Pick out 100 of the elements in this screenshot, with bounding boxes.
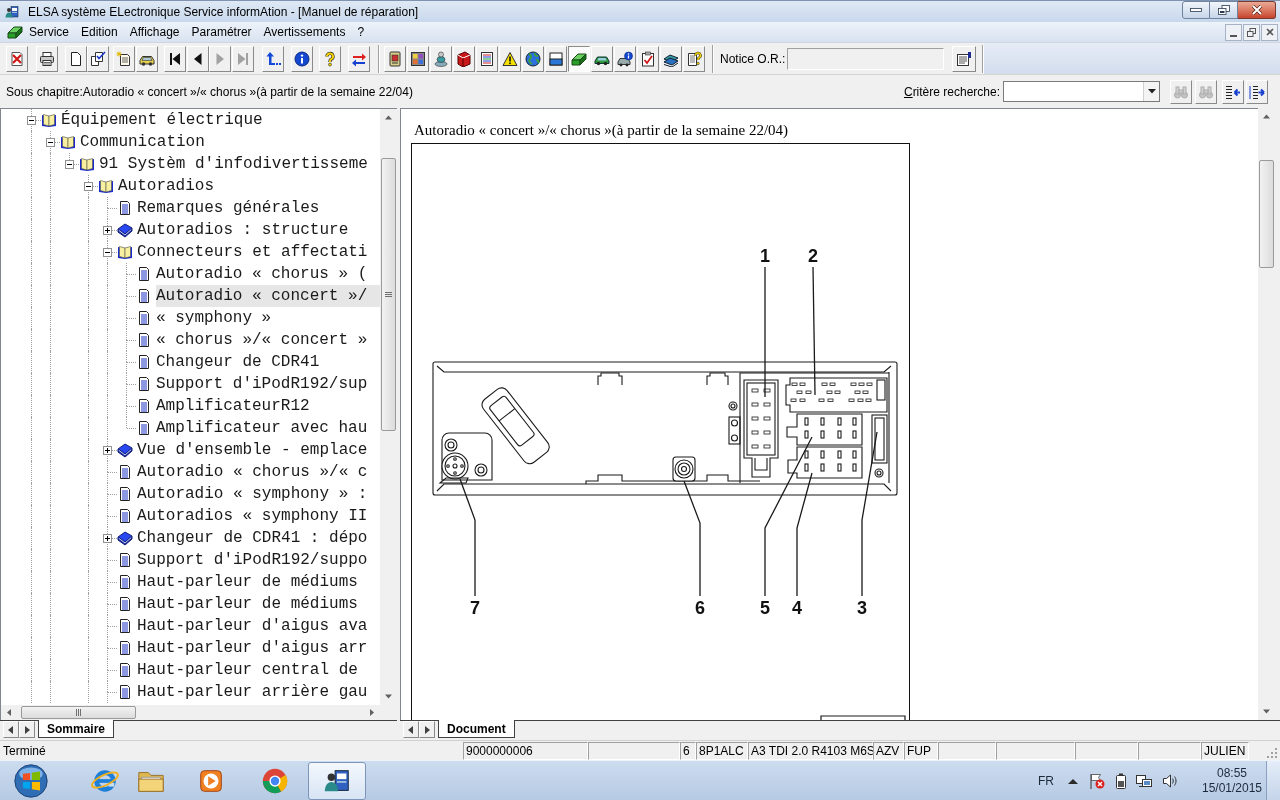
tree-item[interactable]: Communication [80,131,380,153]
status-field: 8P1ALC [696,741,748,760]
collapse-icon[interactable] [103,247,112,257]
tree-item[interactable]: AmplificateurR12 [156,395,380,417]
tree-item[interactable]: Haut-parleur central de [137,659,380,681]
tree-item[interactable]: Autoradio « chorus » ( [156,263,380,285]
collapse-icon[interactable] [27,115,36,125]
notice-field[interactable] [787,47,945,70]
tab[interactable]: Sommaire [38,720,115,738]
close-icon [1250,5,1263,15]
child-minimize-button[interactable] [1225,23,1242,41]
search-tool-button[interactable] [1222,79,1244,104]
menu-item[interactable]: Edition [75,23,124,41]
taskbar-app-button[interactable] [308,761,366,800]
tree-item[interactable]: Changeur de CDR41 : dépo [137,527,380,549]
close-button[interactable] [1238,1,1276,19]
status-panel [1075,741,1138,760]
minimize-button[interactable] [1182,1,1210,19]
scroll-thumb[interactable] [1259,160,1274,268]
expand-icon[interactable] [103,533,112,543]
search-combo[interactable] [1003,81,1160,102]
binoculars-icon [1198,83,1214,100]
document-icon [136,354,152,370]
document-icon [117,508,133,524]
clock-time[interactable]: 08:55 [1217,765,1247,781]
status-panel [1138,741,1201,760]
tab-scroll-right-button[interactable] [419,721,435,738]
page-icon [68,50,84,67]
tree-item[interactable]: Vue d'ensemble - emplace [137,439,380,461]
tree-item[interactable]: Amplificateur avec hau [156,417,380,439]
callout-number: 6 [695,598,705,618]
tree-item[interactable]: Autoradio « symphony » : [137,483,380,505]
notice-button[interactable] [952,45,977,72]
page-cross-icon [9,50,25,67]
book-icon [117,530,133,546]
tab[interactable]: Document [438,720,515,738]
clock-date[interactable]: 15/01/2015 [1201,780,1263,796]
open-book-icon [117,244,133,260]
callout-number: 4 [792,598,802,618]
tree-item[interactable]: Haut-parleur de médiums [137,593,380,615]
collapse-icon[interactable] [46,137,55,147]
pages-check-icon [90,50,106,67]
search-tool-button[interactable] [1246,79,1268,104]
document-icon [117,618,133,634]
tree-item[interactable]: 91 Systèm d'infodivertisseme [99,153,380,175]
tree-item[interactable]: Haut-parleur de médiums [137,571,380,593]
child-restore-button[interactable] [1243,23,1260,41]
speaker-icon[interactable] [1162,772,1178,789]
callout-number: 2 [808,246,818,266]
document-icon [136,420,152,436]
toolbar-button[interactable] [568,45,590,72]
tree-item[interactable]: « chorus »/« concert » [156,329,380,351]
tab-scroll-left-button[interactable] [403,721,419,738]
app-icon [4,3,20,20]
restore-button[interactable] [1210,1,1238,19]
collapse-icon[interactable] [84,181,93,191]
menu-item[interactable]: Paramétrer [185,23,258,41]
menu-item[interactable]: ? [351,23,371,41]
status-field: FUP [904,741,938,760]
callout-number: 3 [857,598,867,618]
tree-item[interactable]: Autoradios : structure [137,219,380,241]
tree-item[interactable]: Haut-parleur arrière gau [137,681,380,703]
box-icon [548,50,564,67]
network-icon[interactable] [1136,772,1152,789]
tree-item[interactable]: Remarques générales [137,197,380,219]
tree-item[interactable]: Changeur de CDR41 [156,351,380,373]
document-icon [117,684,133,700]
child-close-button[interactable] [1261,23,1278,41]
language-indicator[interactable]: FR [1038,771,1054,790]
size-grip-icon[interactable] [1266,747,1278,759]
figure-icon [433,50,449,67]
tree-item[interactable]: Support d'iPodR192/suppo [137,549,380,571]
tree-item[interactable]: Support d'iPodR192/sup [156,373,380,395]
scroll-thumb[interactable] [21,706,136,719]
collapse-icon[interactable] [65,159,74,169]
show-hidden-icons-icon[interactable] [1068,777,1078,784]
tab-scroll-right-button[interactable] [19,721,35,738]
tab-scroll-left-button[interactable] [3,721,19,738]
tree-item[interactable]: Autoradios « symphony II [137,505,380,527]
flag-cross-icon[interactable] [1089,772,1105,789]
tree-item[interactable]: Haut-parleur d'aigus ava [137,615,380,637]
status-field: A3 TDI 2.0 R4103 M6S [748,741,873,760]
menu-item[interactable]: Avertissements [257,23,352,41]
tree-item[interactable]: Autoradio « chorus »/« c [137,461,380,483]
tree-item[interactable]: Haut-parleur d'aigus arr [137,637,380,659]
tree-item[interactable]: Autoradio « concert »/ [156,285,380,307]
scroll-thumb[interactable] [381,158,396,431]
tree-item[interactable]: Autoradios [118,175,380,197]
menu-item[interactable]: Service [23,23,75,41]
menu-item[interactable]: Affichage [123,23,186,41]
window-title: ELSA système ELectronique Service informAtion - [Manuel de réparation] [28,3,419,21]
status-field: 9000000006 [463,741,588,760]
tree-item[interactable]: « symphony » [156,307,380,329]
tree-item[interactable]: Connecteurs et affectati [137,241,380,263]
expand-icon[interactable] [103,445,112,455]
battery-icon[interactable] [1115,772,1127,789]
first-icon [167,50,183,67]
tree-item[interactable]: Équipement électrique [61,109,380,131]
expand-icon[interactable] [103,225,112,235]
search-label: Critère recherche: [903,83,1000,101]
